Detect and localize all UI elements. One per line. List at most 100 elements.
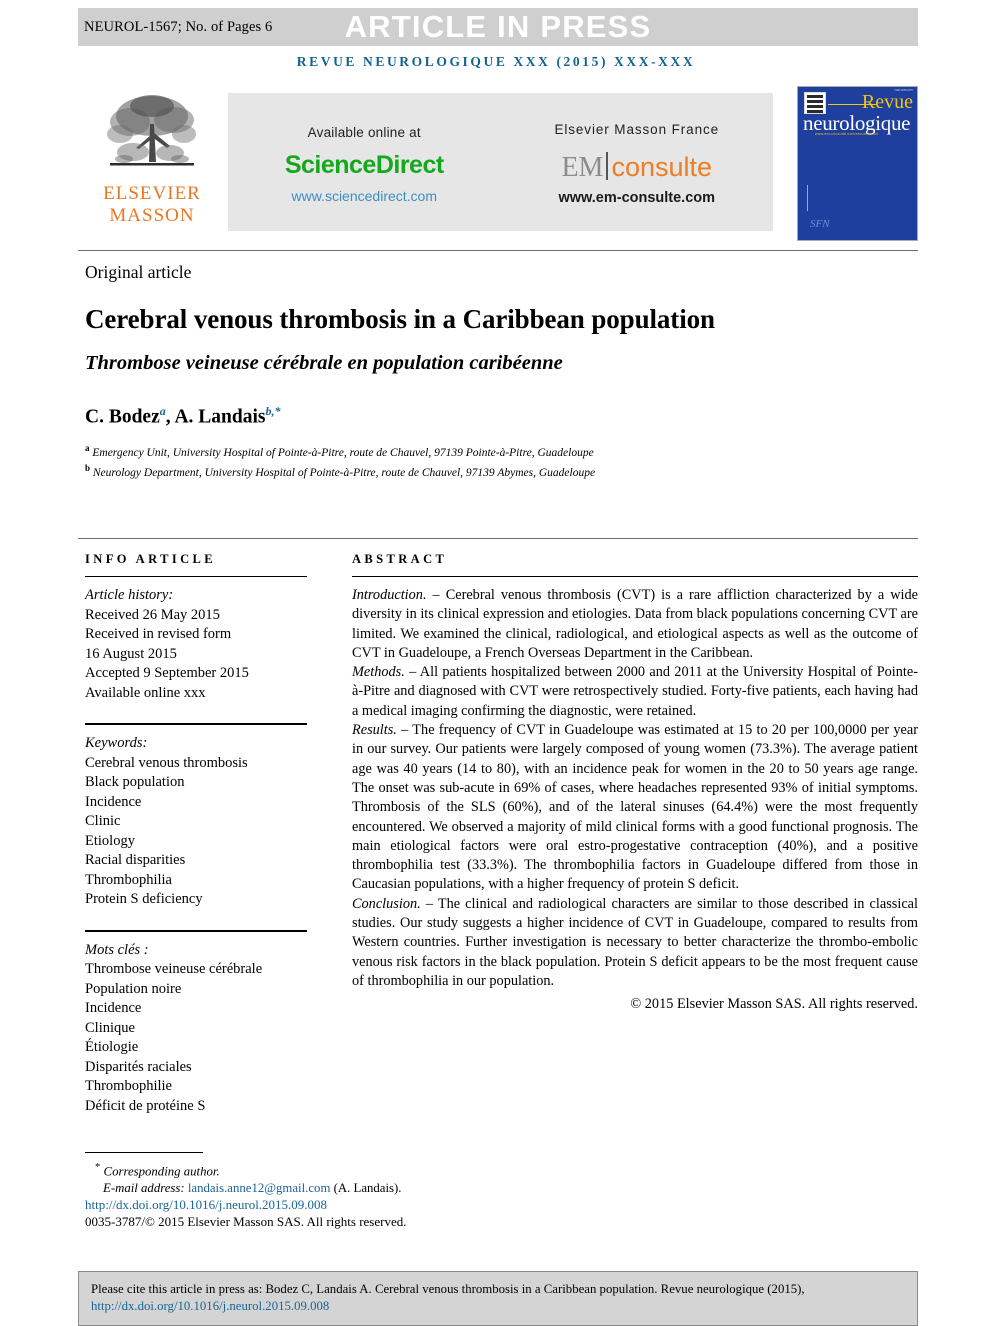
abstract-section-text: – The frequency of CVT in Guadeloupe was… — [352, 722, 918, 893]
affiliation-b: b Neurology Department, University Hospi… — [85, 461, 785, 481]
abstract-top-rule — [78, 538, 918, 539]
masthead-bottom-rule — [78, 250, 918, 251]
keyword-item: Protein S deficiency — [85, 891, 203, 907]
affiliation-a: a Emergency Unit, University Hospital of… — [85, 441, 785, 461]
abstract-section-label: Results. — [352, 722, 397, 739]
keywords-label: Keywords: — [85, 735, 148, 751]
citation-text: Please cite this article in press as: Bo… — [91, 1281, 905, 1314]
journal-cover-thumbnail: ISSN 0035-3787 Revue neurologique www.em… — [797, 86, 918, 241]
history-item: 16 August 2015 — [85, 645, 177, 662]
affiliation-list: a Emergency Unit, University Hospital of… — [85, 441, 785, 482]
affiliation-mark-b: b — [85, 462, 91, 473]
keyword-item: Black population — [85, 774, 185, 790]
info-rule-2 — [85, 723, 307, 725]
title-block: Original article Cerebral venous thrombo… — [85, 262, 785, 481]
page-title: Cerebral venous thrombosis in a Caribbea… — [85, 304, 715, 334]
available-online-label: Available online at — [307, 124, 421, 140]
cover-subtitle: www.em-consulte.com/revue/neurol — [815, 132, 879, 136]
abstract-section: Results. – The frequency of CVT in Guade… — [352, 721, 918, 895]
history-item: Received 26 May 2015 — [85, 606, 220, 623]
elsevier-wordmark: ELSEVIER — [103, 183, 201, 204]
motcle-item: Disparités raciales — [85, 1058, 192, 1075]
keyword-item: Clinic — [85, 813, 121, 829]
masson-wordmark: MASSON — [109, 205, 195, 226]
footnote-rule — [85, 1152, 203, 1153]
corresponding-author-marker: * — [95, 1162, 101, 1173]
journal-running-head: REVUE NEUROLOGIQUE XXX (2015) XXX-XXX — [296, 54, 696, 69]
motcle-item: Déficit de protéine S — [85, 1097, 206, 1114]
abstract-section: Conclusion. – The clinical and radiologi… — [352, 895, 918, 991]
citation-sentence: Please cite this article in press as: Bo… — [91, 1282, 805, 1296]
elsevier-masson-logo: ELSEVIER MASSON — [78, 86, 226, 241]
keyword-item: Thrombophilia — [85, 871, 172, 888]
motcle-item: Incidence — [85, 1000, 142, 1016]
abstract-section-text: – Cerebral venous thrombosis (CVT) is a … — [352, 587, 918, 661]
article-type-kicker: Original article — [85, 262, 192, 282]
elsevier-tree-icon — [107, 95, 196, 166]
info-article-column: INFO ARTICLE Article history: Received 2… — [85, 552, 307, 1116]
abstract-section: Introduction. – Cerebral venous thrombos… — [352, 586, 918, 663]
emconsulte-url[interactable]: www.em-consulte.com — [558, 190, 715, 206]
em-divider — [606, 152, 609, 180]
author-name-2: A. Landais — [174, 406, 266, 428]
emconsulte-wordmark: EM consulte — [561, 148, 712, 184]
cover-society-mark: SFN — [810, 218, 830, 230]
cite-this-article-box: Please cite this article in press as: Bo… — [78, 1271, 918, 1326]
email-label: E-mail address: — [103, 1180, 185, 1195]
abstract-section: Methods. – All patients hospitalized bet… — [352, 663, 918, 721]
abstract-section-text: – All patients hospitalized between 2000… — [352, 664, 918, 719]
abstract-section-label: Methods. — [352, 664, 405, 681]
email-attribution: (A. Landais). — [333, 1180, 402, 1195]
cover-header: Revue neurologique www.em-consulte.com/r… — [798, 87, 917, 139]
consulte-text: consulte — [611, 152, 713, 182]
affiliation-mark-a: a — [85, 442, 90, 453]
masthead: ELSEVIER MASSON Available online at Scie… — [78, 86, 918, 241]
abstract-copyright: © 2015 Elsevier Masson SAS. All rights r… — [630, 996, 918, 1013]
keyword-item: Incidence — [85, 793, 142, 810]
elsevier-masson-france-label: Elsevier Masson France — [554, 122, 720, 137]
history-item: Accepted 9 September 2015 — [85, 665, 249, 681]
citation-doi-link[interactable]: http://dx.doi.org/10.1016/j.neurol.2015.… — [91, 1299, 329, 1313]
emconsulte-block: Elsevier Masson France EM consulte www.e… — [501, 93, 774, 231]
affiliation-text-b: Neurology Department, University Hospita… — [92, 466, 596, 479]
issn-copyright-line: 0035-3787/© 2015 Elsevier Masson SAS. Al… — [85, 1214, 407, 1230]
keyword-item: Racial disparities — [85, 852, 186, 868]
info-rule-3 — [85, 929, 307, 932]
motcle-item: Thrombophilie — [85, 1078, 172, 1094]
abstract-section-text: – The clinical and radiological characte… — [352, 895, 918, 989]
abstract-rule — [352, 576, 918, 577]
motcle-item: Population noire — [85, 980, 182, 997]
motcle-item: Thrombose veineuse cérébrale — [85, 961, 263, 977]
article-page: NEUROL-1567; No. of Pages 6 ARTICLE IN P… — [0, 0, 992, 1326]
keyword-item: Etiology — [85, 832, 135, 849]
author-name-1: C. Bodez — [85, 406, 160, 428]
corresponding-author-label: Corresponding author. — [103, 1164, 220, 1179]
footnote-block: * Corresponding author. E-mail address: … — [85, 1152, 505, 1230]
article-in-press-banner: NEUROL-1567; No. of Pages 6 ARTICLE IN P… — [78, 8, 918, 46]
author-list: C. Bodeza, A. Landaisb,* — [85, 404, 785, 429]
abstract-section-label: Conclusion. — [352, 895, 421, 912]
abstract-column: ABSTRACT Introduction. – Cerebral venous… — [352, 552, 918, 1013]
email-note: E-mail address: landais.anne12@gmail.com… — [85, 1180, 505, 1197]
author-mark-2: b,* — [265, 404, 281, 418]
history-item: Received in revised form — [85, 626, 232, 642]
abstract-section-label: Introduction. — [352, 587, 427, 603]
sciencedirect-block: Available online at ScienceDirect www.sc… — [228, 93, 501, 231]
info-article-heading: INFO ARTICLE — [85, 552, 217, 566]
abstract-heading: ABSTRACT — [352, 552, 448, 566]
motcle-item: Clinique — [85, 1019, 135, 1036]
online-availability-box: Available online at ScienceDirect www.sc… — [228, 93, 773, 231]
article-in-press-label: ARTICLE IN PRESS — [344, 9, 652, 44]
info-rule-1 — [85, 576, 307, 577]
motscles-label: Mots clés : — [85, 941, 149, 958]
sciencedirect-url[interactable]: www.sciencedirect.com — [292, 188, 438, 204]
doi-link[interactable]: http://dx.doi.org/10.1016/j.neurol.2015.… — [85, 1196, 505, 1213]
keyword-item: Cerebral venous thrombosis — [85, 754, 248, 771]
page-title-french: Thrombose veineuse cérébrale en populati… — [85, 352, 563, 374]
cover-spine-mark — [807, 185, 808, 211]
article-history-label: Article history: — [85, 587, 174, 603]
email-link[interactable]: landais.anne12@gmail.com — [188, 1181, 331, 1195]
sciencedirect-wordmark: ScienceDirect — [284, 150, 444, 179]
affiliation-text-a: Emergency Unit, University Hospital of P… — [92, 446, 594, 459]
history-item: Available online xxx — [85, 684, 206, 701]
